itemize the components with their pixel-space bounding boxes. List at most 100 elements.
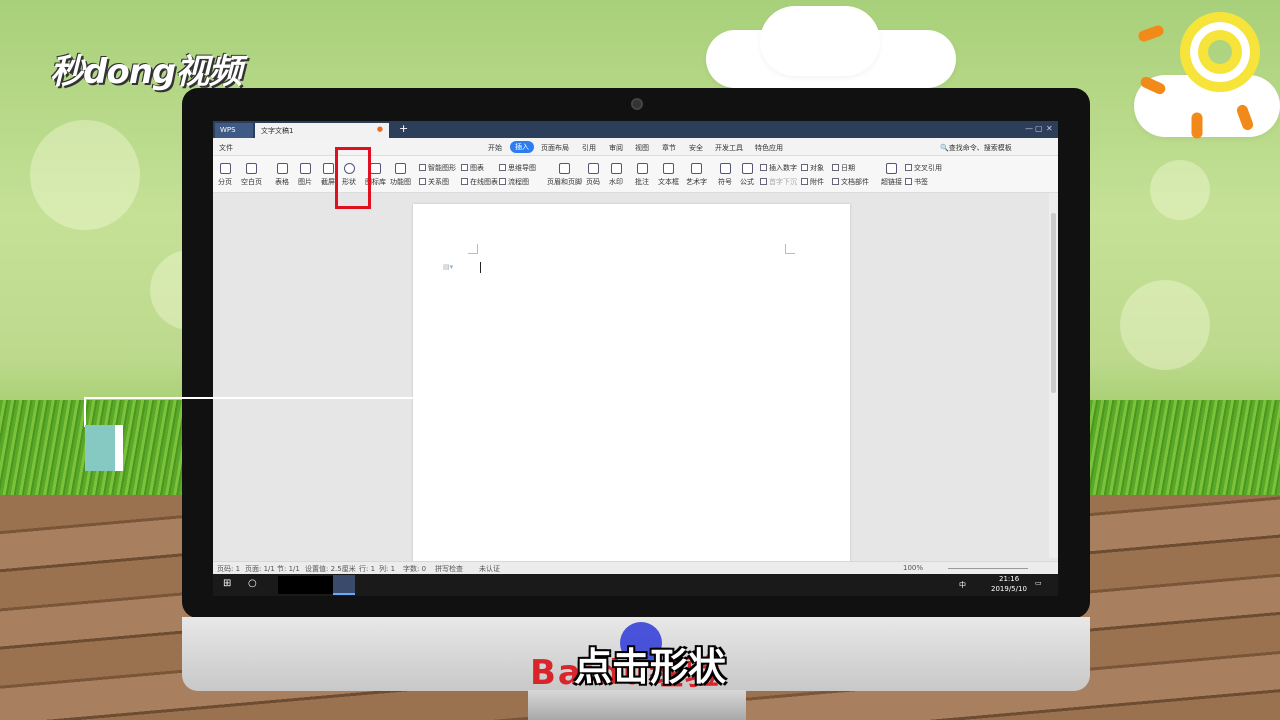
- bookmark-icon: [905, 178, 912, 185]
- input-lang[interactable]: 中: [959, 580, 966, 590]
- status-setting: 设置值: 2.5厘米: [305, 565, 356, 573]
- relation-chart-button[interactable]: 关系图: [419, 177, 449, 187]
- tab-security[interactable]: 安全: [689, 143, 703, 153]
- text-caret: [480, 262, 481, 273]
- clock-date[interactable]: 2019/5/10: [991, 585, 1027, 593]
- wps-taskbar-icon[interactable]: [333, 575, 355, 595]
- maximize-button[interactable]: ▢: [1035, 124, 1043, 133]
- webcam: [631, 98, 643, 110]
- image-button[interactable]: 图片: [298, 163, 312, 187]
- search-icon: 🔍: [940, 144, 949, 152]
- doc-parts-button[interactable]: 文档部件: [832, 177, 869, 187]
- windows-start-icon[interactable]: ⊞: [223, 578, 231, 589]
- tab-insert[interactable]: 插入: [510, 141, 534, 153]
- smart-art-icon: [419, 164, 426, 171]
- connector-line: [84, 397, 414, 399]
- scissors-icon: [322, 163, 334, 174]
- status-bar: 页码: 1 页面: 1/1 节: 1/1 设置值: 2.5厘米 行: 1 列: …: [213, 561, 1058, 574]
- online-chart-icon: [461, 178, 468, 185]
- spell-check-button[interactable]: 拼写检查: [435, 564, 463, 574]
- tab-page-layout[interactable]: 页面布局: [541, 143, 569, 153]
- attachment-button[interactable]: 附件: [801, 177, 824, 187]
- certification-status[interactable]: 未认证: [479, 564, 500, 574]
- scroll-thumb[interactable]: [1051, 213, 1056, 393]
- drop-cap-button[interactable]: 首字下沉: [760, 177, 797, 187]
- omega-icon: [719, 163, 731, 174]
- flowchart-button[interactable]: 流程图: [499, 177, 529, 187]
- drop-cap-icon: [760, 178, 767, 185]
- notification-icon[interactable]: ▭: [1035, 579, 1042, 587]
- shape-highlight-box: [335, 147, 371, 209]
- blank-page-button[interactable]: 空白页: [241, 163, 262, 187]
- flowchart-icon: [499, 178, 506, 185]
- hyperlink-button[interactable]: 超链接: [881, 163, 902, 187]
- formula-button[interactable]: 公式: [740, 163, 754, 187]
- mind-map-icon: [499, 164, 506, 171]
- doc-tab[interactable]: 文字文稿1 ●: [255, 123, 389, 138]
- connector-line: [84, 397, 86, 427]
- page-number-button[interactable]: 页码: [586, 163, 600, 187]
- minimize-button[interactable]: —: [1025, 124, 1033, 133]
- tab-reference[interactable]: 引用: [582, 143, 596, 153]
- header-footer-button[interactable]: 页眉和页脚: [547, 163, 582, 187]
- page-break-icon: [219, 163, 231, 174]
- document-page[interactable]: ▤▾: [413, 204, 850, 564]
- close-button[interactable]: ✕: [1046, 124, 1053, 133]
- new-tab-button[interactable]: +: [399, 122, 408, 135]
- paragraph-icon[interactable]: ▤▾: [443, 263, 453, 271]
- textbox-button[interactable]: 文本框: [658, 163, 679, 187]
- title-bar: WPS 文字文稿1 ● + — ▢ ✕: [213, 121, 1058, 138]
- tab-review[interactable]: 审阅: [609, 143, 623, 153]
- screenshot-button[interactable]: 截屏: [321, 163, 335, 187]
- status-word-count[interactable]: 字数: 0: [403, 564, 426, 574]
- chart-button[interactable]: 图表: [461, 163, 484, 173]
- tab-chapter[interactable]: 章节: [662, 143, 676, 153]
- unsaved-dot-icon: ●: [376, 125, 383, 133]
- number-icon: [760, 164, 767, 171]
- pi-icon: [741, 163, 753, 174]
- status-pages[interactable]: 页面: 1/1: [245, 564, 275, 574]
- watermark-button[interactable]: 水印: [609, 163, 623, 187]
- online-chart-button[interactable]: 在线图表: [461, 177, 498, 187]
- clock-time[interactable]: 21:16: [999, 575, 1019, 583]
- function-chart-button[interactable]: 功能图: [390, 163, 411, 187]
- doc-parts-icon: [832, 178, 839, 185]
- watermark-icon: [610, 163, 622, 174]
- taskbar-search[interactable]: [278, 576, 333, 594]
- video-caption: 点击形状: [573, 645, 726, 689]
- mind-map-button[interactable]: 思维导图: [499, 163, 536, 173]
- file-menu[interactable]: 文件: [219, 143, 233, 153]
- page-break-button[interactable]: 分页: [218, 163, 232, 187]
- comment-button[interactable]: 批注: [635, 163, 649, 187]
- insert-number-button[interactable]: 插入数字: [760, 163, 797, 173]
- wps-window: WPS 文字文稿1 ● + — ▢ ✕ 文件 开始 插入 页面布局 引用 审阅 …: [213, 121, 1058, 596]
- relation-icon: [419, 178, 426, 185]
- doc-tab-label: 文字文稿1: [261, 127, 294, 135]
- bookmark-button[interactable]: 书签: [905, 177, 928, 187]
- zoom-slider[interactable]: [948, 568, 1028, 569]
- windows-taskbar: ⊞ ○ 中 21:16 2019/5/10 ▭: [213, 574, 1058, 596]
- link-icon: [886, 163, 897, 174]
- word-art-icon: [691, 163, 702, 174]
- tab-dev-tools[interactable]: 开发工具: [715, 143, 743, 153]
- word-art-button[interactable]: 艺术字: [686, 163, 707, 187]
- comment-icon: [636, 163, 648, 174]
- table-button[interactable]: 表格: [275, 163, 289, 187]
- status-column: 列: 1: [379, 565, 396, 573]
- wps-home-button[interactable]: WPS: [215, 123, 253, 138]
- command-search[interactable]: 🔍查找命令、搜索模板: [940, 143, 1012, 153]
- date-button[interactable]: 日期: [832, 163, 855, 173]
- margin-corner: [468, 244, 478, 254]
- object-button[interactable]: 对象: [801, 163, 824, 173]
- smart-art-button[interactable]: 智能图形: [419, 163, 456, 173]
- zoom-level[interactable]: 100%: [903, 564, 923, 572]
- tab-special-apps[interactable]: 特色应用: [755, 143, 783, 153]
- status-section: 节: 1/1: [277, 565, 300, 573]
- tab-start[interactable]: 开始: [488, 143, 502, 153]
- tab-view[interactable]: 视图: [635, 143, 649, 153]
- vertical-scrollbar[interactable]: [1049, 193, 1058, 558]
- symbol-button[interactable]: 符号: [718, 163, 732, 187]
- cortana-icon[interactable]: ○: [248, 578, 257, 589]
- status-page-num: 页码: 1: [217, 565, 241, 573]
- cross-reference-button[interactable]: 交叉引用: [905, 163, 942, 173]
